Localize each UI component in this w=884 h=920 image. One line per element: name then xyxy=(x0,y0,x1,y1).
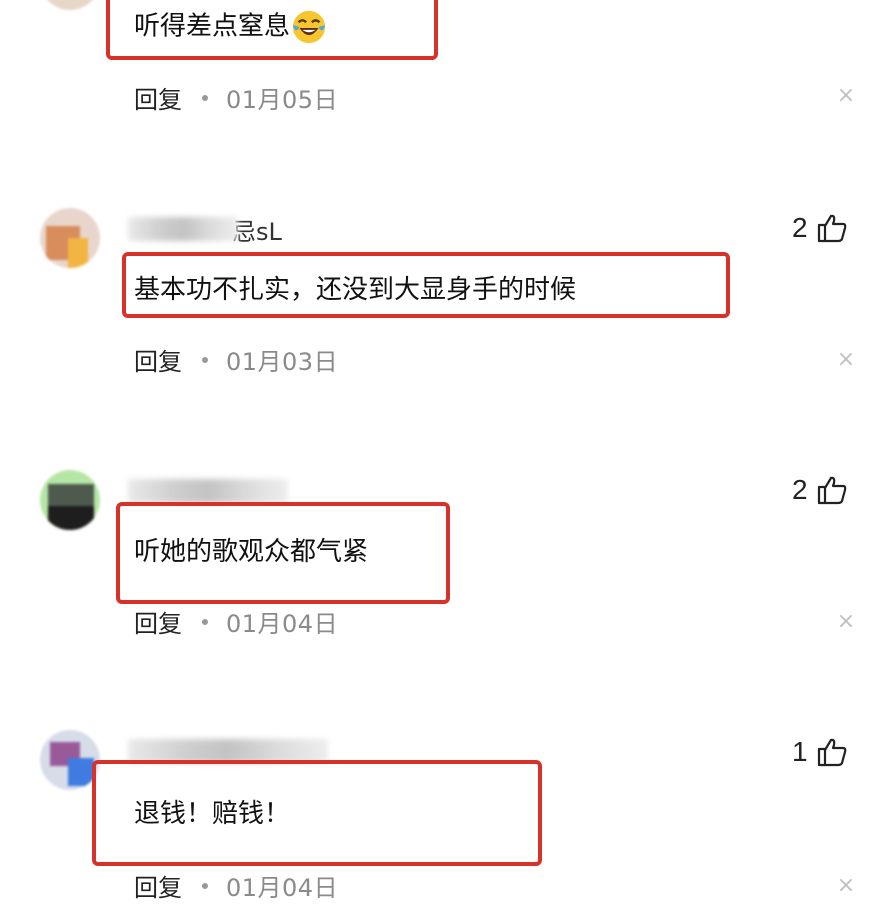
close-icon[interactable]: × xyxy=(836,611,856,633)
highlight-box xyxy=(106,0,438,60)
avatar[interactable] xyxy=(40,470,100,530)
comment-date: 01月04日 xyxy=(226,874,339,902)
comment-meta: 回复 01月05日 xyxy=(134,80,338,115)
thumbs-up-icon xyxy=(817,738,846,767)
highlight-box xyxy=(122,252,730,318)
like-count: 2 xyxy=(792,212,808,243)
like-button[interactable]: 1 xyxy=(792,734,848,770)
reply-button[interactable]: 回复 xyxy=(134,868,182,903)
reply-button[interactable]: 回复 xyxy=(134,80,182,115)
separator-dot xyxy=(202,94,208,101)
close-icon[interactable]: × xyxy=(836,875,856,897)
username-blur xyxy=(128,479,288,503)
comment-item: 听得差点窒息 回复 01月05日 × xyxy=(0,0,884,160)
like-button[interactable]: 2 xyxy=(792,210,848,246)
separator-dot xyxy=(202,356,208,363)
comment-date: 01月03日 xyxy=(226,348,339,376)
comment-meta: 回复 01月04日 xyxy=(134,868,338,903)
thumbs-up-icon xyxy=(817,476,846,505)
username-blur xyxy=(128,217,238,241)
close-icon[interactable]: × xyxy=(836,349,856,371)
separator-dot xyxy=(202,882,208,889)
like-button[interactable]: 2 xyxy=(792,472,848,508)
avatar[interactable] xyxy=(40,208,100,268)
highlight-box xyxy=(92,760,542,866)
username-text: 忌sL xyxy=(232,217,282,246)
avatar[interactable] xyxy=(40,730,100,790)
like-count: 2 xyxy=(792,474,808,505)
comment-date: 01月05日 xyxy=(226,86,339,114)
username[interactable]: 忌sL xyxy=(128,214,282,246)
like-count: 1 xyxy=(792,736,808,767)
reply-button[interactable]: 回复 xyxy=(134,604,182,639)
comment-date: 01月04日 xyxy=(226,610,339,638)
comment-meta: 回复 01月04日 xyxy=(134,604,338,639)
separator-dot xyxy=(202,618,208,625)
thumbs-up-icon xyxy=(817,214,846,243)
avatar[interactable] xyxy=(40,0,100,10)
reply-button[interactable]: 回复 xyxy=(134,342,182,377)
comment-meta: 回复 01月03日 xyxy=(134,342,338,377)
highlight-box xyxy=(116,502,450,604)
close-icon[interactable]: × xyxy=(836,85,856,107)
